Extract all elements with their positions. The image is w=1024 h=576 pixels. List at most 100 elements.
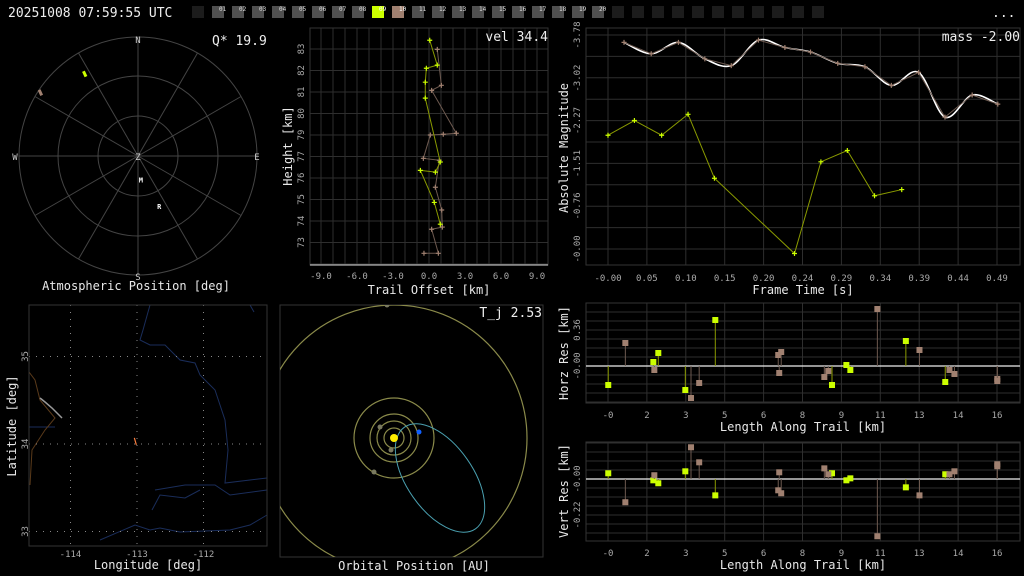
trail-xlabel: Trail Offset [km] bbox=[368, 283, 491, 297]
river bbox=[139, 304, 268, 484]
trail-ytick: 75 bbox=[297, 194, 307, 205]
residual-point bbox=[688, 395, 695, 401]
orbit-plot bbox=[280, 305, 528, 557]
mag-ytick: -3.02 bbox=[573, 65, 583, 92]
trail-point bbox=[423, 65, 429, 71]
residual-point bbox=[825, 471, 832, 478]
res-xtick: 3 bbox=[683, 549, 688, 559]
velocity-stat: vel 34.4 bbox=[485, 30, 548, 45]
trail-ytick: 79 bbox=[297, 130, 307, 141]
frame-slot[interactable] bbox=[792, 6, 804, 18]
trail-xtick: 6.0 bbox=[493, 272, 509, 282]
residual-point bbox=[712, 492, 719, 499]
river bbox=[99, 514, 268, 541]
frame-label: 12 bbox=[439, 6, 447, 13]
trail-point bbox=[438, 82, 444, 88]
camera-position-2 bbox=[37, 89, 44, 96]
map-xlabel: Longitude [deg] bbox=[94, 558, 202, 572]
trail-point bbox=[431, 199, 437, 205]
residual-point bbox=[994, 463, 1001, 470]
trail-point bbox=[440, 131, 446, 137]
residual-point bbox=[916, 492, 923, 499]
map-frame bbox=[28, 304, 268, 547]
menu-button[interactable]: ... bbox=[992, 6, 1015, 21]
frame-slot[interactable] bbox=[812, 6, 824, 18]
trail-ytick: 81 bbox=[297, 87, 307, 98]
trail-ytick: 74 bbox=[297, 216, 307, 227]
planet bbox=[388, 447, 394, 453]
polar-spoke bbox=[137, 96, 242, 157]
trail-panel: -9.0 -6.0 -3.0 0.0 3.0 6.0 9.0 83 82 81 80 79 77 76 75… bbox=[297, 27, 549, 282]
magnitude-point bbox=[631, 118, 637, 124]
frame-label: 14 bbox=[479, 6, 487, 13]
trail-point bbox=[417, 167, 423, 173]
res-ytick: -0.00 bbox=[573, 465, 583, 492]
frame-label: 11 bbox=[419, 6, 427, 13]
frame-label: 15 bbox=[499, 6, 507, 13]
frame-label: 03 bbox=[259, 6, 267, 13]
frame-label: 07 bbox=[339, 6, 347, 13]
polar-spoke bbox=[78, 52, 139, 157]
residual-point bbox=[825, 368, 832, 374]
residual-point bbox=[874, 533, 881, 540]
trail-ytick: 76 bbox=[297, 173, 307, 184]
residual-point bbox=[821, 374, 828, 380]
magnitude-point bbox=[899, 187, 905, 193]
mag-xtick: 0.44 bbox=[947, 274, 969, 284]
frame-label: 06 bbox=[319, 6, 327, 13]
polar-title: Atmospheric Position [deg] bbox=[42, 279, 230, 293]
residual-point bbox=[655, 480, 662, 487]
res-xtick: -0 bbox=[603, 549, 614, 559]
frame-slot[interactable] bbox=[692, 6, 704, 18]
res-xtick: 14 bbox=[953, 411, 964, 421]
residual-point bbox=[942, 379, 949, 385]
res-xtick: -0 bbox=[603, 411, 614, 421]
frame-selector[interactable]: 01 02 03 04 05 06 07 08 09 10 11 12 13 14 15 16 17 18 19 20 bbox=[192, 6, 824, 18]
frame-slot[interactable] bbox=[752, 6, 764, 18]
residual-point bbox=[712, 317, 719, 323]
horizontal-residuals-panel: -0 2 3 5 6 8 9 11 13 14 16-0.000.36 bbox=[573, 302, 1021, 421]
polar-spoke bbox=[78, 155, 139, 260]
trail-ytick: 80 bbox=[297, 108, 307, 119]
polar-spoke bbox=[137, 52, 198, 157]
frame-label: 01 bbox=[219, 6, 227, 13]
magnitude-point bbox=[844, 148, 850, 154]
frame-slot[interactable] bbox=[732, 6, 744, 18]
frame-slot[interactable] bbox=[652, 6, 664, 18]
residual-point bbox=[902, 484, 909, 491]
residual-point bbox=[682, 468, 689, 475]
mag-ytick: -0.00 bbox=[573, 235, 583, 262]
trail-point bbox=[422, 95, 428, 101]
vres-xlabel: Length Along Trail [km] bbox=[720, 558, 886, 572]
compass-z: Z bbox=[135, 153, 141, 163]
map-panel: -114 -113 -112353433 bbox=[21, 304, 268, 560]
trail-ylabel: Height [km] bbox=[281, 106, 295, 185]
polar-spoke bbox=[34, 96, 139, 157]
trail-xtick: -9.0 bbox=[310, 272, 332, 282]
residual-point bbox=[651, 472, 658, 479]
residual-point bbox=[778, 349, 785, 355]
frame-label: 18 bbox=[559, 6, 567, 13]
res-xtick: 13 bbox=[914, 549, 925, 559]
magnitude-point bbox=[835, 60, 841, 66]
planet bbox=[371, 469, 377, 475]
frame-label: 20 bbox=[599, 6, 607, 13]
trail-point bbox=[435, 250, 441, 256]
frame-slot[interactable] bbox=[672, 6, 684, 18]
res-xtick: 16 bbox=[992, 549, 1003, 559]
frame-slot[interactable] bbox=[632, 6, 644, 18]
trail-line-1 bbox=[419, 40, 441, 225]
frame-slot[interactable] bbox=[612, 6, 624, 18]
mag-xtick: 0.39 bbox=[908, 274, 930, 284]
frame-slot[interactable] bbox=[772, 6, 784, 18]
frame-slot[interactable] bbox=[712, 6, 724, 18]
res-xtick: 3 bbox=[683, 411, 688, 421]
res-xtick: 2 bbox=[644, 411, 649, 421]
frame-slot[interactable] bbox=[192, 6, 204, 18]
mag-xtick: 0.05 bbox=[636, 274, 658, 284]
magnitude-point bbox=[808, 49, 814, 55]
frame-label: 19 bbox=[579, 6, 587, 13]
residual-point bbox=[821, 465, 828, 472]
residual-point bbox=[605, 470, 612, 477]
residual-point bbox=[688, 444, 695, 451]
